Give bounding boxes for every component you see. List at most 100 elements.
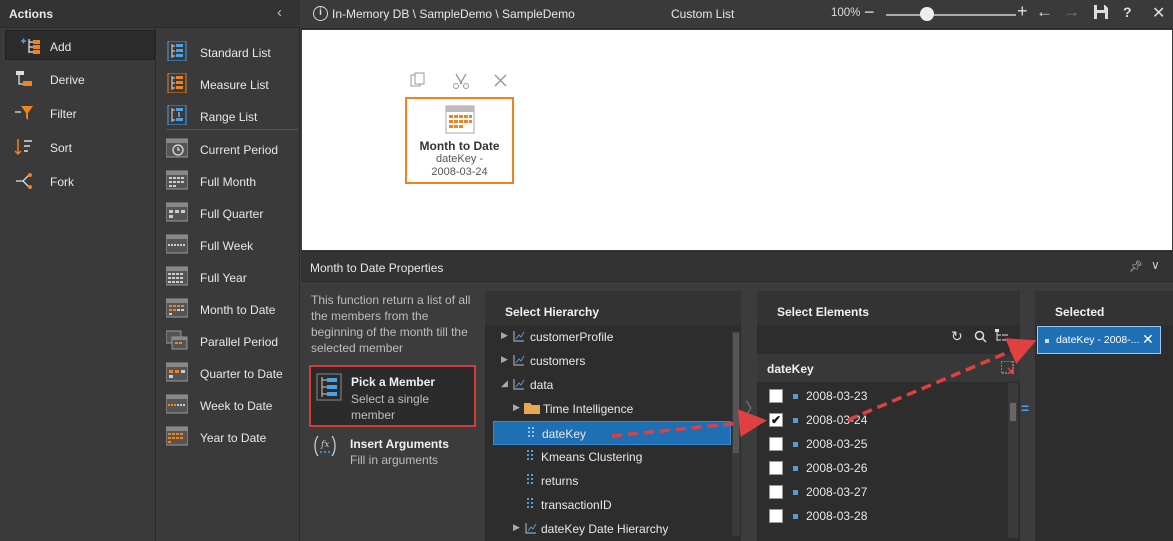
pick-member-icon (316, 373, 342, 401)
full-quarter-icon (166, 202, 188, 222)
selected-chip[interactable]: dateKey - 2008-... ✕ (1037, 326, 1161, 354)
info-icon[interactable]: i (313, 6, 328, 21)
clear-selection-icon[interactable] (1001, 361, 1015, 375)
full-week-icon (166, 234, 188, 254)
element-checkbox[interactable] (769, 437, 783, 451)
member-icon (793, 442, 798, 447)
back-arrow-icon[interactable]: ← (1036, 2, 1053, 22)
list-standard-list[interactable]: Standard List (166, 37, 298, 67)
element-row[interactable]: 2008-03-26 (757, 456, 1007, 480)
hierarchy-scrollbar-thumb[interactable] (733, 333, 739, 453)
current-period-icon (166, 138, 188, 158)
list-month-to-date[interactable]: Month to Date (166, 294, 298, 324)
zoom-in-icon[interactable]: + (1017, 1, 1028, 22)
element-checkbox[interactable] (769, 389, 783, 403)
month-to-date-node[interactable]: Month to Date dateKey - 2008-03-24 (405, 97, 514, 184)
delete-icon[interactable] (494, 74, 507, 87)
collapse-chevron-icon[interactable]: ‹ (277, 4, 282, 21)
list-full-quarter[interactable]: Full Quarter (166, 198, 298, 228)
tree-item-kmeans-clustering[interactable]: Kmeans Clustering (485, 445, 723, 469)
level-icon (528, 427, 534, 437)
properties-title: Month to Date Properties (310, 261, 444, 275)
year-to-date-icon (166, 426, 188, 446)
action-sort[interactable]: Sort (0, 132, 156, 162)
close-icon[interactable]: ✕ (1152, 3, 1165, 23)
list-full-year[interactable]: Full Year (166, 262, 298, 292)
element-checkbox[interactable] (769, 461, 783, 475)
help-icon[interactable]: ? (1123, 4, 1132, 20)
element-row[interactable]: ✔ 2008-03-24 (757, 408, 1007, 432)
action-add[interactable]: Add (5, 30, 155, 60)
list-parallel-period[interactable]: Parallel Period (166, 326, 298, 356)
tree-label: dateKey Date Hierarchy (541, 522, 669, 536)
sort-icon (14, 139, 32, 156)
pin-icon[interactable]: 📌︎ (1129, 260, 1143, 273)
hierarchy-icon (513, 379, 525, 390)
list-measure-list[interactable]: Measure List (166, 69, 298, 99)
chevron-down-icon[interactable]: ∨ (1151, 258, 1160, 272)
element-label: 2008-03-28 (806, 509, 868, 523)
folder-icon (524, 403, 540, 414)
list-quarter-to-date[interactable]: Quarter to Date (166, 358, 298, 388)
insert-arguments-title[interactable]: Insert Arguments (350, 437, 449, 451)
tree-item-customers[interactable]: ▶ customers (485, 349, 723, 373)
collapse-arrow-icon[interactable]: ◢ (501, 378, 508, 389)
cut-icon[interactable] (453, 73, 469, 89)
level-icon (527, 474, 533, 484)
elements-scrollbar-thumb[interactable] (1010, 403, 1016, 421)
zoom-slider-thumb[interactable] (920, 7, 934, 21)
element-checkbox[interactable] (769, 485, 783, 499)
canvas[interactable]: Month to Date dateKey - 2008-03-24 (302, 30, 1172, 250)
zoom-slider[interactable] (886, 14, 1016, 16)
full-year-icon (166, 266, 188, 286)
tree-view-icon[interactable] (995, 329, 1009, 343)
copy-icon[interactable] (410, 72, 425, 87)
actions-header: Actions ‹ (0, 0, 300, 28)
list-range-list[interactable]: Range List (166, 101, 298, 131)
list-year-to-date[interactable]: Year to Date (166, 422, 298, 452)
action-derive[interactable]: Derive (0, 64, 156, 94)
expand-arrow-icon[interactable]: ▶ (501, 330, 508, 341)
list-week-to-date[interactable]: Week to Date (166, 390, 298, 420)
tree-label: Time Intelligence (543, 402, 634, 416)
tree-item-time-intelligence[interactable]: ▶ Time Intelligence (485, 397, 723, 421)
element-checkbox[interactable] (769, 509, 783, 523)
tree-item-returns[interactable]: returns (485, 469, 723, 493)
forward-arrow-icon[interactable]: → (1063, 2, 1080, 22)
expand-arrow-icon[interactable]: ▶ (513, 402, 520, 413)
list-label: Standard List (200, 46, 271, 60)
refresh-icon[interactable]: ↻ (951, 328, 963, 345)
search-icon[interactable] (974, 330, 987, 343)
expand-arrow-icon[interactable]: ▶ (501, 354, 508, 365)
tree-item-transactionid[interactable]: transactionID (485, 493, 723, 517)
tree-item-datekey[interactable]: dateKey (493, 421, 731, 445)
action-filter[interactable]: Filter (0, 98, 156, 128)
hierarchy-icon (513, 331, 525, 342)
element-row[interactable]: 2008-03-28 (757, 504, 1007, 528)
element-row[interactable]: 2008-03-25 (757, 432, 1007, 456)
action-label: Fork (50, 175, 74, 189)
tree-item-data[interactable]: ◢ data (485, 373, 723, 397)
expand-arrow-icon[interactable]: ▶ (513, 522, 520, 533)
list-full-week[interactable]: Full Week (166, 230, 298, 260)
element-row[interactable]: 2008-03-27 (757, 480, 1007, 504)
insert-arguments-icon: fx (314, 435, 336, 457)
zoom-out-icon[interactable]: − (864, 2, 875, 23)
remove-icon[interactable]: ✕ (1142, 331, 1154, 348)
tree-item-datekey-date-hierarchy[interactable]: ▶ dateKey Date Hierarchy (485, 517, 723, 539)
hierarchy-icon (525, 523, 537, 534)
properties-header: Month to Date Properties 📌︎ ∨ (301, 251, 1173, 282)
save-icon[interactable] (1093, 4, 1109, 20)
action-fork[interactable]: Fork (0, 166, 156, 196)
tree-item-customerprofile[interactable]: ▶ customerProfile (485, 325, 723, 349)
pick-a-member-option[interactable]: Pick a Member Select a single member (309, 365, 476, 427)
list-label: Measure List (200, 78, 269, 92)
element-checkbox[interactable]: ✔ (769, 413, 783, 427)
node-toolbar (410, 72, 507, 89)
divider (166, 129, 298, 130)
full-month-icon (166, 170, 188, 190)
action-label: Sort (50, 141, 73, 155)
element-row[interactable]: 2008-03-23 (757, 384, 1007, 408)
list-current-period[interactable]: Current Period (166, 134, 298, 164)
list-full-month[interactable]: Full Month (166, 166, 298, 196)
